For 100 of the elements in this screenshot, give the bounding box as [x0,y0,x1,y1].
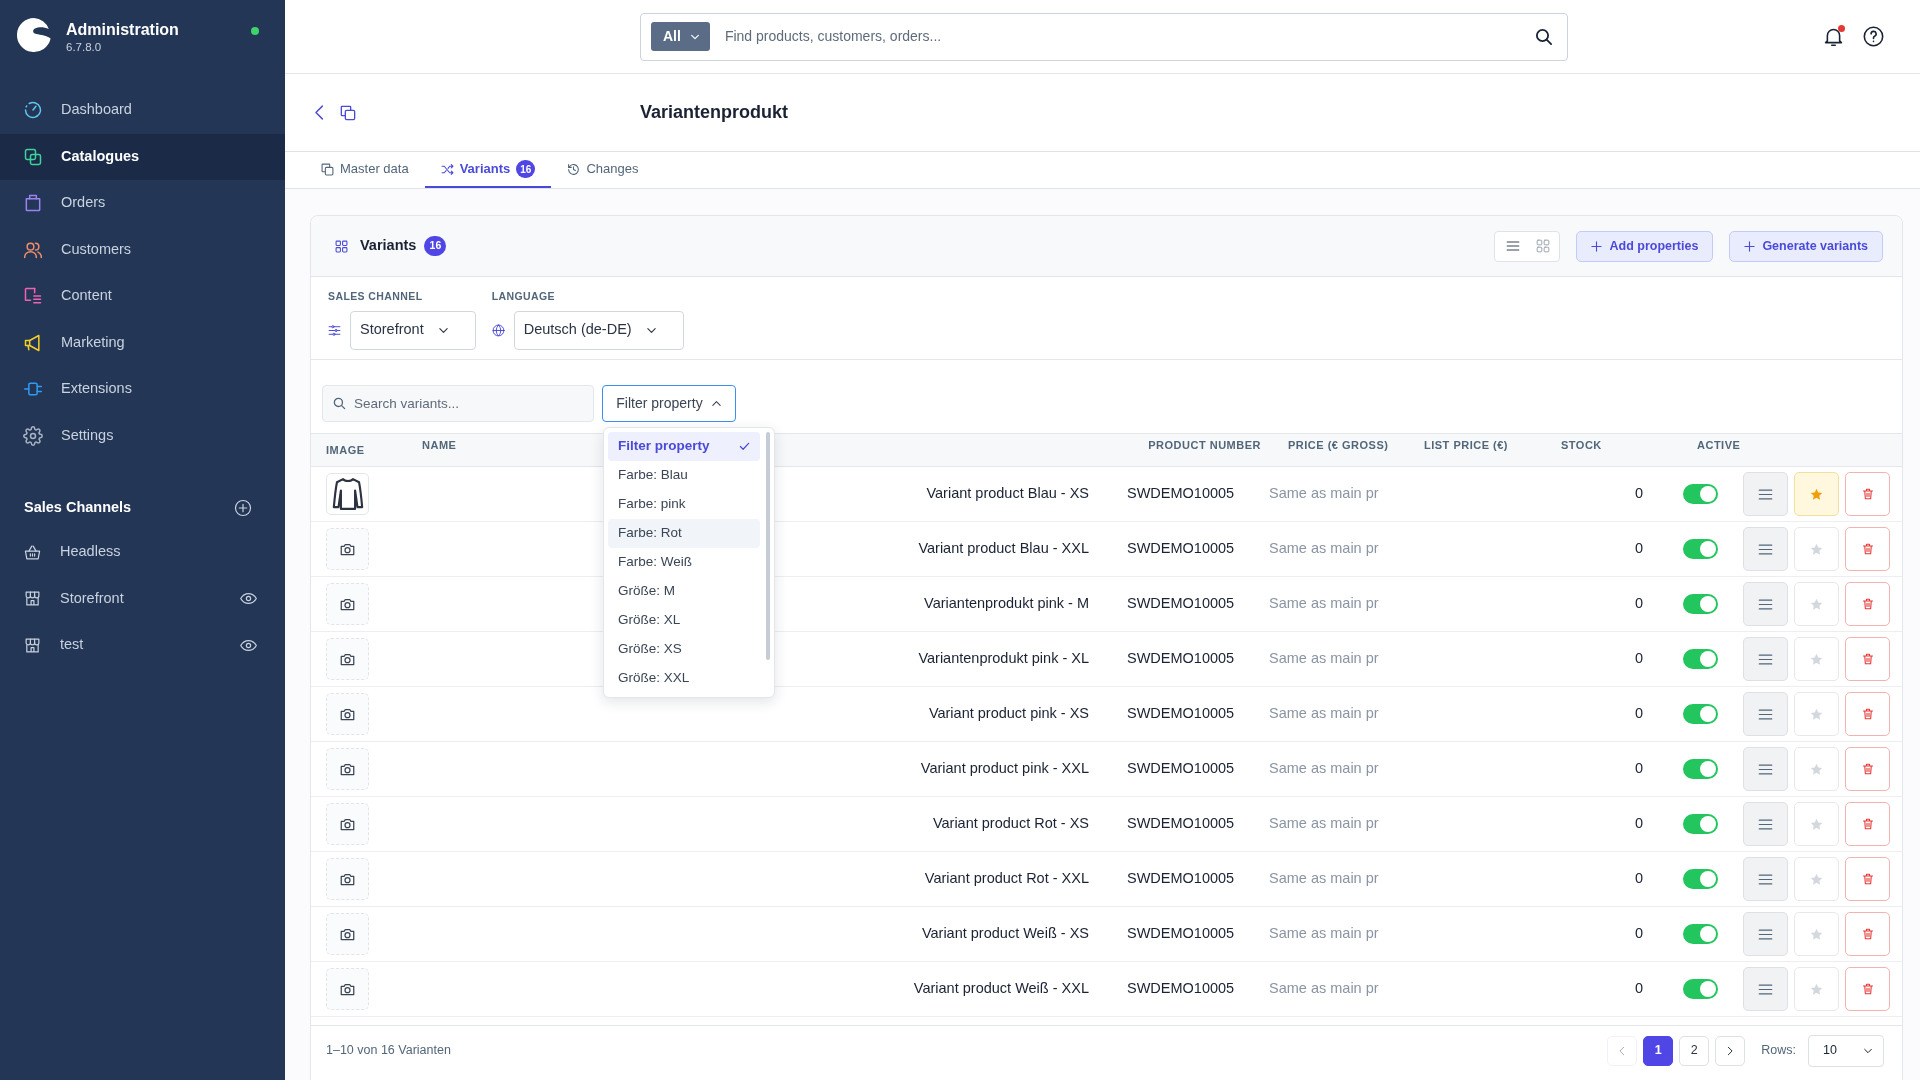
image-placeholder[interactable] [326,583,369,625]
price-text: Same as main pr [1269,814,1379,834]
toggle-switch[interactable] [1683,484,1718,504]
delete-button[interactable] [1845,912,1890,956]
bell-icon[interactable] [1823,26,1844,47]
page-button[interactable]: 1 [1643,1035,1674,1066]
menu-button[interactable] [1743,692,1788,736]
grid-icon[interactable] [1536,239,1551,253]
delete-button[interactable] [1845,527,1890,571]
delete-button[interactable] [1845,582,1890,626]
menu-icon [1758,816,1773,832]
list-icon[interactable] [1506,239,1521,253]
tab[interactable]: Changes [551,152,655,188]
dropdown-option[interactable]: Farbe: Weiß [608,548,760,577]
price-text: Same as main pr [1269,979,1379,999]
delete-button[interactable] [1845,637,1890,681]
toggle-switch[interactable] [1683,814,1718,834]
dropdown-option[interactable]: Filter property [608,432,760,461]
language-select[interactable]: Deutsch (de-DE) [513,310,684,350]
image-placeholder[interactable] [326,638,369,680]
nav-item[interactable]: Marketing [0,319,285,366]
price-text: Same as main pr [1269,924,1379,944]
menu-button[interactable] [1743,637,1788,681]
gauge-icon [23,100,43,121]
rows-per-page-select[interactable]: 10 [1808,1034,1884,1067]
favorite-button[interactable] [1794,472,1839,516]
image-placeholder[interactable] [326,913,369,955]
delete-button[interactable] [1845,692,1890,736]
help-icon[interactable] [1863,26,1884,47]
delete-button[interactable] [1845,747,1890,791]
menu-button[interactable] [1743,582,1788,626]
menu-button[interactable] [1743,527,1788,571]
favorite-button[interactable] [1794,802,1839,846]
favorite-button[interactable] [1794,967,1839,1011]
filter-property-button[interactable]: Filter property [602,385,736,422]
sales-channel-select[interactable]: Storefront [350,310,476,350]
menu-button[interactable] [1743,472,1788,516]
tab[interactable]: Master data [305,152,425,188]
favorite-button[interactable] [1794,912,1839,956]
delete-button[interactable] [1845,802,1890,846]
dropdown-option[interactable]: Farbe: pink [608,490,760,519]
toggle-switch[interactable] [1683,759,1718,779]
menu-button[interactable] [1743,857,1788,901]
favorite-button[interactable] [1794,747,1839,791]
sales-channel-item[interactable]: Storefront [0,575,285,622]
dropdown-option[interactable]: Größe: XXL [608,664,760,693]
delete-button[interactable] [1845,857,1890,901]
dropdown-option[interactable]: Größe: XL [608,606,760,635]
menu-button[interactable] [1743,967,1788,1011]
delete-button[interactable] [1845,967,1890,1011]
image-placeholder[interactable] [326,968,369,1010]
scope-dropdown-button[interactable]: All [651,22,710,51]
toggle-switch[interactable] [1683,649,1718,669]
favorite-button[interactable] [1794,692,1839,736]
toggle-switch[interactable] [1683,979,1718,999]
section-heading: Sales Channels [24,498,132,518]
sales-channel-item[interactable]: test [0,622,285,669]
dropdown-option[interactable]: Größe: M [608,577,760,606]
toggle-switch[interactable] [1683,924,1718,944]
toggle-switch[interactable] [1683,539,1718,559]
favorite-button[interactable] [1794,527,1839,571]
nav-item[interactable]: Customers [0,226,285,273]
dropdown-option[interactable]: Farbe: Blau [608,461,760,490]
scrollbar[interactable] [766,432,770,660]
page-button[interactable]: 2 [1679,1035,1710,1066]
image-placeholder[interactable] [326,748,369,790]
menu-icon [1758,926,1773,942]
nav-item[interactable]: Dashboard [0,87,285,134]
image-placeholder[interactable] [326,803,369,845]
toggle-switch[interactable] [1683,869,1718,889]
action-button[interactable]: Add properties [1576,230,1714,262]
favorite-button[interactable] [1794,582,1839,626]
favorite-button[interactable] [1794,637,1839,681]
favorite-button[interactable] [1794,857,1839,901]
nav-item[interactable]: Orders [0,180,285,227]
toggle-switch[interactable] [1683,594,1718,614]
nav-item[interactable]: Settings [0,412,285,459]
image-placeholder[interactable] [326,693,369,735]
dropdown-option[interactable]: Größe: XS [608,635,760,664]
stock-value: 0 [1634,649,1643,669]
global-search-field[interactable]: All Find products, customers, orders... [640,12,1568,61]
menu-button[interactable] [1743,747,1788,791]
dropdown-option[interactable]: Farbe: Rot [608,519,760,548]
sales-channel-item[interactable]: Headless [0,529,285,576]
image-placeholder[interactable] [326,528,369,570]
menu-button[interactable] [1743,912,1788,956]
next-page-button[interactable] [1715,1035,1746,1066]
toggle-switch[interactable] [1683,704,1718,724]
column-header: STOCK [1561,439,1602,453]
plus-circle-icon[interactable] [234,499,252,517]
copy-icon[interactable] [340,104,356,121]
nav-item[interactable]: Content [0,273,285,320]
nav-item[interactable]: Extensions [0,366,285,413]
nav-item[interactable]: Catalogues [0,133,285,180]
image-placeholder[interactable] [326,858,369,900]
menu-button[interactable] [1743,802,1788,846]
delete-button[interactable] [1845,472,1890,516]
search-field[interactable]: Search variants... [322,385,594,422]
search-icon[interactable] [1535,27,1553,46]
action-button[interactable]: Generate variants [1729,230,1883,262]
